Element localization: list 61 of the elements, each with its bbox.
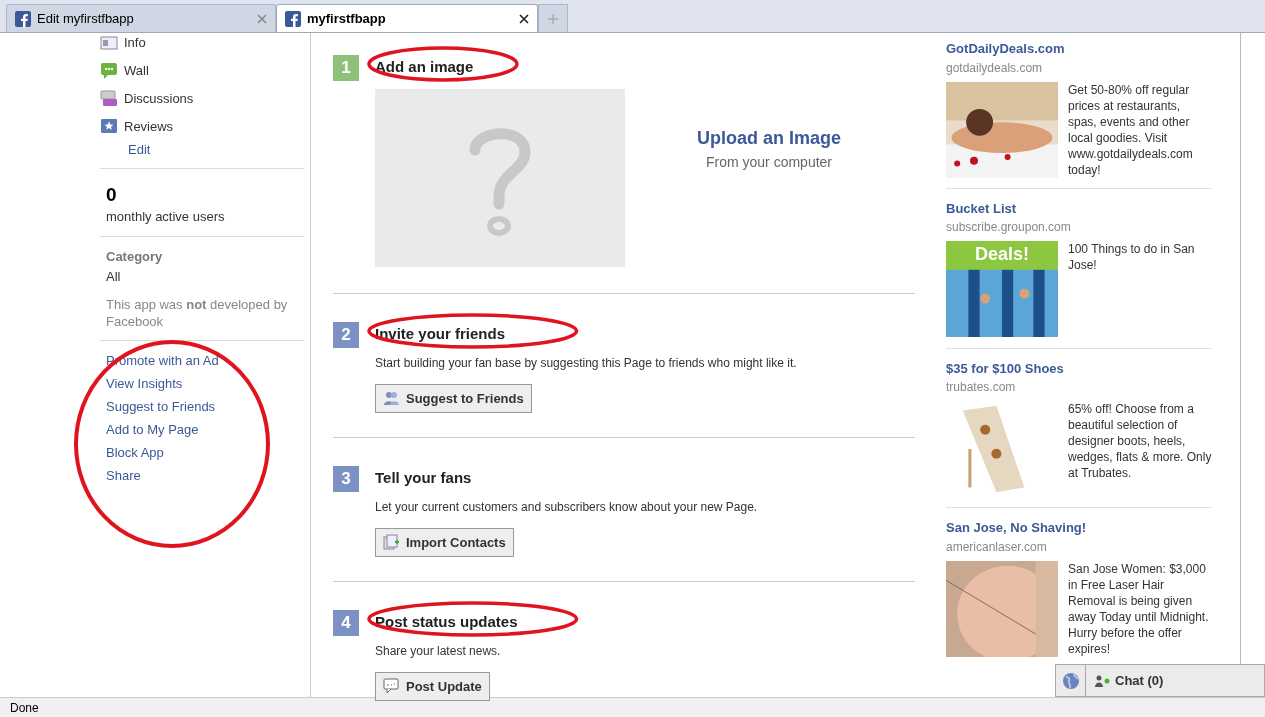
browser-tab[interactable]: myfirstfbapp <box>276 4 538 32</box>
step-number: 1 <box>333 55 359 81</box>
ad-text: Get 50-80% off regular prices at restaurants, spas, events and other local goodies. Visit www.gotdailydeals.com today! <box>1068 81 1194 178</box>
nav-link[interactable]: Reviews <box>124 117 174 137</box>
upload-link[interactable]: Upload an Image <box>697 125 842 152</box>
contacts-icon <box>383 534 400 551</box>
step-number: 4 <box>333 610 359 636</box>
ad-domain: americanlaser.com <box>946 538 1048 556</box>
sidebar-link[interactable]: Suggest to Friends <box>106 397 216 416</box>
category-label: Category <box>106 248 164 266</box>
count-label: monthly active users <box>106 207 226 226</box>
step-title: Add an image <box>375 58 474 75</box>
step-description: Share your latest news. <box>375 643 502 660</box>
ad-text: 65% off! Choose from a beautiful selection of designer boots, heels, wedges, flats & more. Only at Trubates. <box>1068 401 1212 482</box>
action-button[interactable]: Post Update <box>375 672 490 701</box>
user-count: 0 <box>106 182 118 207</box>
step-title: Post status updates <box>375 613 518 630</box>
info-icon <box>100 34 118 52</box>
nav-link[interactable]: Info <box>124 33 146 53</box>
ad-caption: Deals! <box>974 242 1030 266</box>
edit-link[interactable]: Edit <box>128 142 151 157</box>
online-friends-icon <box>1094 674 1110 687</box>
step-title: Tell your fans <box>375 469 472 486</box>
sidebar-link[interactable]: Add to My Page <box>106 420 199 439</box>
facebook-icon <box>15 10 31 27</box>
sidebar-link[interactable]: View Insights <box>106 374 183 393</box>
sidebar-link[interactable]: Block App <box>106 443 164 462</box>
speech-bubble-icon <box>100 62 118 80</box>
action-button[interactable]: Import Contacts <box>375 528 514 557</box>
sidebar-link[interactable]: Share <box>106 466 141 485</box>
chat-button[interactable]: Chat (0) <box>1086 670 1164 691</box>
ad-domain: gotdailydeals.com <box>946 59 1044 77</box>
category-value: All <box>106 267 122 286</box>
speech-bubble-icon <box>100 90 118 108</box>
ad-text: 100 Things to do in San Jose! <box>1068 241 1196 274</box>
ad-title[interactable]: Bucket List <box>946 198 1212 218</box>
ad-title[interactable]: GotDailyDeals.com <box>946 39 1212 59</box>
step-number: 2 <box>333 322 359 348</box>
speech-bubble-icon <box>383 678 400 695</box>
ad-domain: trubates.com <box>946 379 1017 396</box>
ad-title[interactable]: $35 for $100 Shoes <box>946 358 1212 378</box>
developer-note: This app was not developed by Facebook <box>106 296 289 330</box>
nav-link[interactable]: Wall <box>124 61 149 81</box>
browser-tab[interactable]: Edit myfirstfbapp <box>6 4 276 32</box>
ad-domain: subscribe.groupon.com <box>946 219 1072 236</box>
ad-text: San Jose Women: $3,000 in Free Laser Hair Removal is being given away Today until Midnight. Hurry before the offer expires! <box>1068 560 1210 657</box>
people-icon <box>383 390 400 407</box>
plus-icon <box>548 13 558 24</box>
upload-subtitle: From your computer <box>706 153 833 172</box>
facebook-icon <box>285 10 301 27</box>
close-icon <box>257 13 267 24</box>
step-number: 3 <box>333 466 359 492</box>
new-tab-button[interactable] <box>538 4 568 32</box>
globe-icon <box>1061 671 1080 690</box>
status-text: Done <box>10 699 39 717</box>
step-description: Let your current customers and subscribers know about your new Page. <box>375 499 759 516</box>
step-description: Start building your fan base by suggesting this Page to friends who might like it. <box>375 355 798 372</box>
nav-link[interactable]: Discussions <box>124 89 194 109</box>
ad-title[interactable]: San Jose, No Shaving! <box>946 518 1212 538</box>
action-button[interactable]: Suggest to Friends <box>375 384 532 413</box>
close-icon <box>519 13 529 24</box>
